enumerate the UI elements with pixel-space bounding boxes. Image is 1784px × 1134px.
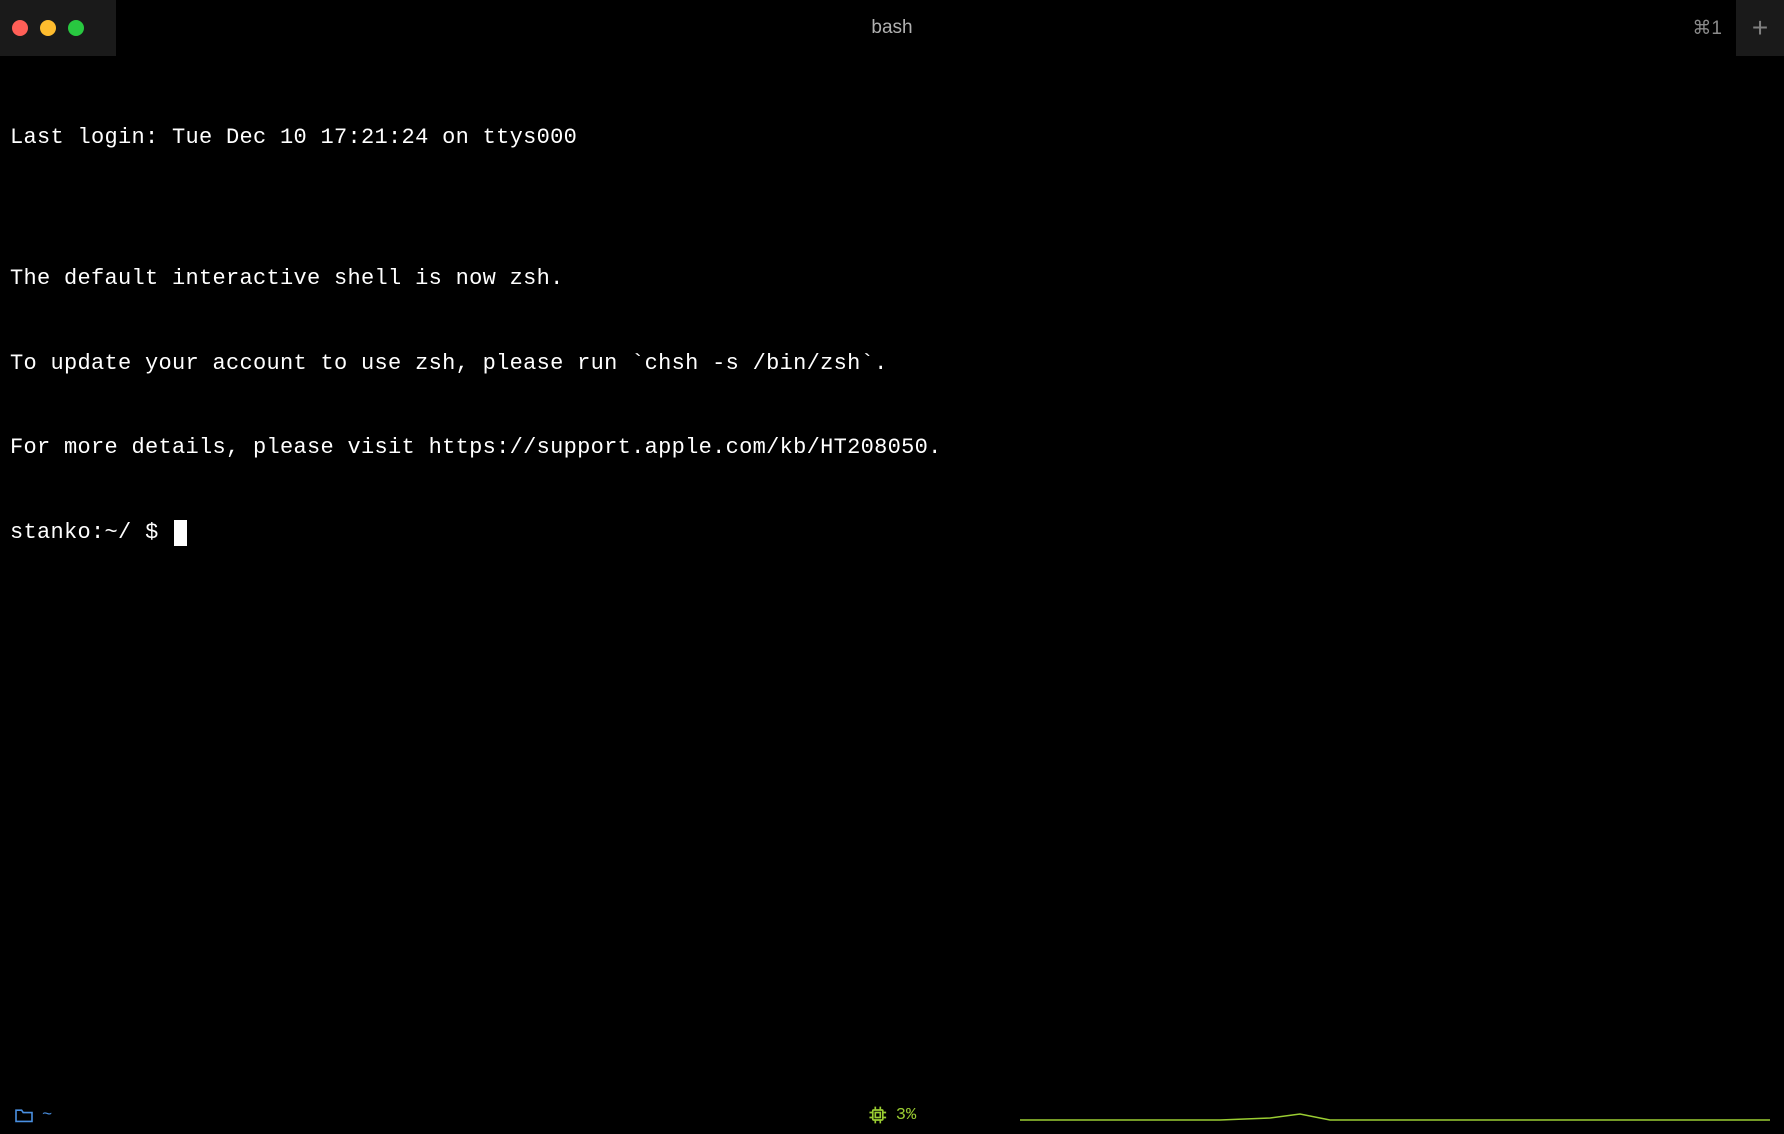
terminal-line: To update your account to use zsh, pleas… xyxy=(10,350,1774,378)
active-tab[interactable] xyxy=(0,0,116,56)
prompt-path: ~/ xyxy=(105,519,132,547)
new-tab-button[interactable]: + xyxy=(1736,0,1784,56)
terminal-output[interactable]: Last login: Tue Dec 10 17:21:24 on ttys0… xyxy=(0,56,1784,587)
terminal-line: For more details, please visit https://s… xyxy=(10,434,1774,462)
status-cpu: 3% xyxy=(868,1105,916,1125)
status-path-label: ~ xyxy=(42,1106,52,1125)
cpu-percent-label: 3% xyxy=(896,1106,916,1125)
window-title: bash xyxy=(871,17,912,39)
cpu-icon xyxy=(868,1105,888,1125)
prompt-symbol: $ xyxy=(145,519,159,547)
folder-icon xyxy=(14,1107,34,1123)
terminal-cursor xyxy=(174,520,187,546)
titlebar: bash ⌘1 + xyxy=(0,0,1784,56)
maximize-button[interactable] xyxy=(68,20,84,36)
tab-shortcut-label: ⌘1 xyxy=(1692,17,1736,40)
minimize-button[interactable] xyxy=(40,20,56,36)
cpu-sparkline xyxy=(1020,1098,1770,1122)
status-path[interactable]: ~ xyxy=(14,1106,52,1125)
terminal-line: Last login: Tue Dec 10 17:21:24 on ttys0… xyxy=(10,124,1774,152)
close-button[interactable] xyxy=(12,20,28,36)
statusbar: ~ 3% xyxy=(0,1096,1784,1134)
window-controls xyxy=(12,20,100,36)
terminal-prompt[interactable]: stanko:~/ $ xyxy=(10,519,1774,547)
prompt-host: stanko xyxy=(10,519,91,547)
titlebar-right: ⌘1 + xyxy=(1692,0,1784,56)
terminal-line: The default interactive shell is now zsh… xyxy=(10,265,1774,293)
